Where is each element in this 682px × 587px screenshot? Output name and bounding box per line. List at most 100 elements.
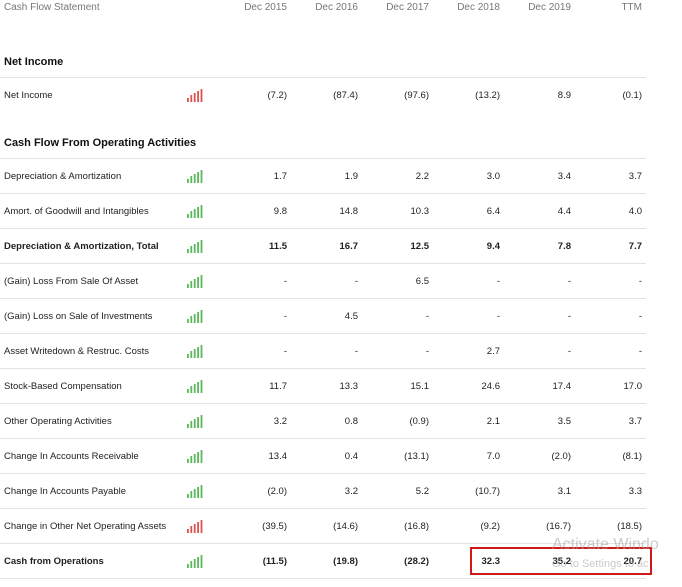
table-row: Change in Other Net Operating Assets (39.… [0,508,646,544]
sparkline-bar [190,526,193,533]
cell-value: (2.0) [551,451,571,462]
cell-value: 10.3 [410,206,430,217]
cell-value: (9.2) [480,521,500,532]
sparkline-bar [200,450,203,463]
sparkline-bar [197,312,199,323]
cell-value: (10.7) [475,486,500,497]
cell-value: 11.7 [269,381,287,392]
cell-value: 17.0 [623,381,643,392]
cell-value: 0.8 [344,416,358,427]
sparkline-icon[interactable] [186,309,204,323]
sparkline-bar [187,214,189,218]
cell-value: - [567,346,571,357]
sparkline-icon[interactable] [186,519,204,533]
sparkline-bar [193,384,196,393]
cell-value: 2.7 [486,346,500,357]
cell-value: (0.9) [409,416,429,427]
cell-value: - [496,276,500,287]
sparkline-bar [197,557,199,568]
row-label: Change In Accounts Receivable [4,451,139,462]
cell-value: 3.1 [557,486,571,497]
sparkline-bar [200,275,203,288]
table-row: Asset Writedown & Restruc. Costs - - - 2.7 - - [0,333,646,369]
table-row: Net Income (7.2) (87.4) (97.6) (13.2) 8.9 (0.1… [0,77,646,113]
cell-value: 5.2 [415,486,429,497]
sparkline-bar [193,279,196,288]
sparkline-icon[interactable] [186,344,204,358]
sparkline-icon[interactable] [186,88,204,102]
cell-value: (87.4) [333,90,358,101]
section-title-operating-activities: Cash Flow From Operating Activities [4,137,197,149]
cell-value: (28.2) [404,556,429,567]
sparkline-icon[interactable] [186,169,204,183]
sparkline-bar [200,205,203,218]
sparkline-bar [190,351,193,358]
column-header-dec-2017: Dec 2017 [386,2,429,13]
cell-value: 6.4 [486,206,500,217]
table-row: Amort. of Goodwill and Intangibles 9.8 14.… [0,193,646,229]
cell-value: (2.0) [267,486,287,497]
cell-value: - [638,311,642,322]
sparkline-bar [197,487,199,498]
cell-value: 4.4 [557,206,571,217]
sparkline-bar [200,520,203,533]
sparkline-icon[interactable] [186,204,204,218]
sparkline-bar [193,524,196,533]
sparkline-icon[interactable] [186,379,204,393]
sparkline-icon[interactable] [186,239,204,253]
sparkline-bar [193,349,196,358]
cell-value: - [425,346,429,357]
cell-value: 3.2 [344,486,358,497]
cell-value: 13.3 [339,381,359,392]
sparkline-bar [197,172,199,183]
sparkline-icon[interactable] [186,274,204,288]
cell-value: 3.5 [557,416,571,427]
sparkline-bar [197,347,199,358]
sparkline-bar [187,564,189,568]
cell-value: (16.8) [404,521,429,532]
sparkline-bar [193,559,196,568]
sparkline-bar [187,389,189,393]
cell-value: 1.7 [273,171,287,182]
cell-value: - [567,311,571,322]
row-label: Amort. of Goodwill and Intangibles [4,206,149,217]
cell-value: 0.4 [344,451,358,462]
cell-value: - [354,276,358,287]
sparkline-icon[interactable] [186,484,204,498]
cell-value: (16.7) [546,521,571,532]
table-row: Other Operating Activities 3.2 0.8 (0.9) 2.1… [0,403,646,439]
row-label: Cash from Operations [4,556,104,567]
cell-value: (11.5) [262,556,287,567]
sparkline-icon[interactable] [186,414,204,428]
sparkline-bar [197,91,199,102]
sparkline-bar [187,424,189,428]
cell-value: 3.7 [628,171,642,182]
sparkline-bar [187,249,189,253]
cell-value: 3.2 [273,416,287,427]
cell-value: (14.6) [333,521,358,532]
sparkline-bar [200,310,203,323]
sparkline-icon[interactable] [186,449,204,463]
sparkline-bar [193,454,196,463]
sparkline-bar [197,417,199,428]
row-label: (Gain) Loss on Sale of Investments [4,311,153,322]
cell-value: (7.2) [267,90,287,101]
cell-value: 1.9 [344,171,358,182]
row-label: Change In Accounts Payable [4,486,127,497]
cell-value: (8.1) [622,451,642,462]
cell-value: (18.5) [617,521,642,532]
cell-value: - [283,276,287,287]
sparkline-icon[interactable] [186,554,204,568]
cell-value: (13.2) [475,90,500,101]
cell-value: - [283,346,287,357]
sparkline-bar [190,421,193,428]
row-label: Stock-Based Compensation [4,381,122,392]
sparkline-bar [197,522,199,533]
cell-value: (97.6) [404,90,429,101]
cell-value: 13.4 [268,451,288,462]
cell-value: 3.3 [628,486,642,497]
cell-value: 12.5 [410,241,430,252]
cell-value: 2.2 [415,171,429,182]
cell-value: - [496,311,500,322]
sparkline-bar [187,354,189,358]
